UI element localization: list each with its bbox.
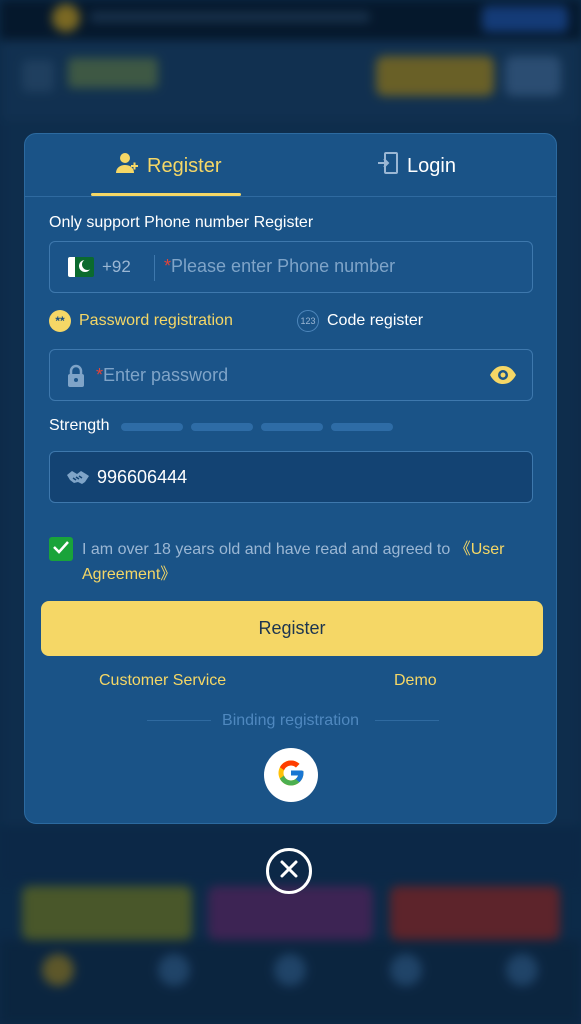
tab-login[interactable]: Login — [377, 146, 456, 186]
support-label: Only support Phone number Register — [49, 214, 314, 231]
auth-tabs: Register Login — [25, 134, 556, 197]
strength-bar-3 — [261, 423, 323, 431]
strength-bar-1 — [121, 423, 183, 431]
numeric-code-icon: 123 — [297, 310, 319, 332]
password-registration-option[interactable]: ** Password registration — [49, 310, 233, 332]
invite-code-input[interactable]: 996606444 — [97, 467, 187, 488]
demo-link[interactable]: Demo — [394, 672, 437, 690]
code-register-option[interactable]: 123 Code register — [297, 310, 423, 332]
agreement-text: I am over 18 years old and have read and… — [82, 541, 505, 583]
register-modal: Register Login Only support Phone number… — [24, 133, 557, 824]
password-input[interactable]: *Enter password — [96, 365, 228, 386]
invite-code-input-group[interactable]: 996606444 — [49, 451, 533, 503]
user-plus-icon — [115, 152, 139, 180]
strength-bar-4 — [331, 423, 393, 431]
google-login-button[interactable] — [264, 748, 318, 802]
password-registration-label: Password registration — [79, 312, 233, 329]
tab-login-label: Login — [407, 154, 456, 177]
tab-register-label: Register — [147, 154, 222, 177]
code-register-label: Code register — [327, 312, 424, 329]
password-dots-icon: ** — [49, 310, 71, 332]
strength-label: Strength — [49, 417, 110, 434]
close-modal-button[interactable] — [266, 848, 312, 894]
register-button[interactable]: Register — [41, 601, 543, 656]
login-icon — [377, 151, 399, 181]
binding-registration-label: Binding registration — [222, 712, 359, 729]
eye-icon[interactable] — [488, 364, 518, 391]
country-code[interactable]: +92 — [102, 257, 131, 277]
handshake-icon — [66, 466, 90, 493]
lock-icon — [66, 364, 86, 393]
checkbox-check-icon — [53, 540, 69, 559]
binding-divider-right — [375, 720, 439, 721]
password-input-group[interactable]: *Enter password — [49, 349, 533, 401]
phone-input-group[interactable]: +92 *Please enter Phone number — [49, 241, 533, 293]
google-icon — [276, 758, 306, 793]
tab-register[interactable]: Register — [115, 146, 221, 186]
phone-input[interactable]: *Please enter Phone number — [164, 256, 395, 277]
phone-separator — [154, 255, 155, 281]
tabs-divider — [25, 196, 556, 197]
strength-bar-2 — [191, 423, 253, 431]
customer-service-link[interactable]: Customer Service — [99, 672, 226, 690]
close-icon — [279, 859, 299, 884]
agreement-checkbox[interactable] — [49, 537, 73, 561]
pakistan-flag-icon[interactable] — [68, 257, 94, 277]
